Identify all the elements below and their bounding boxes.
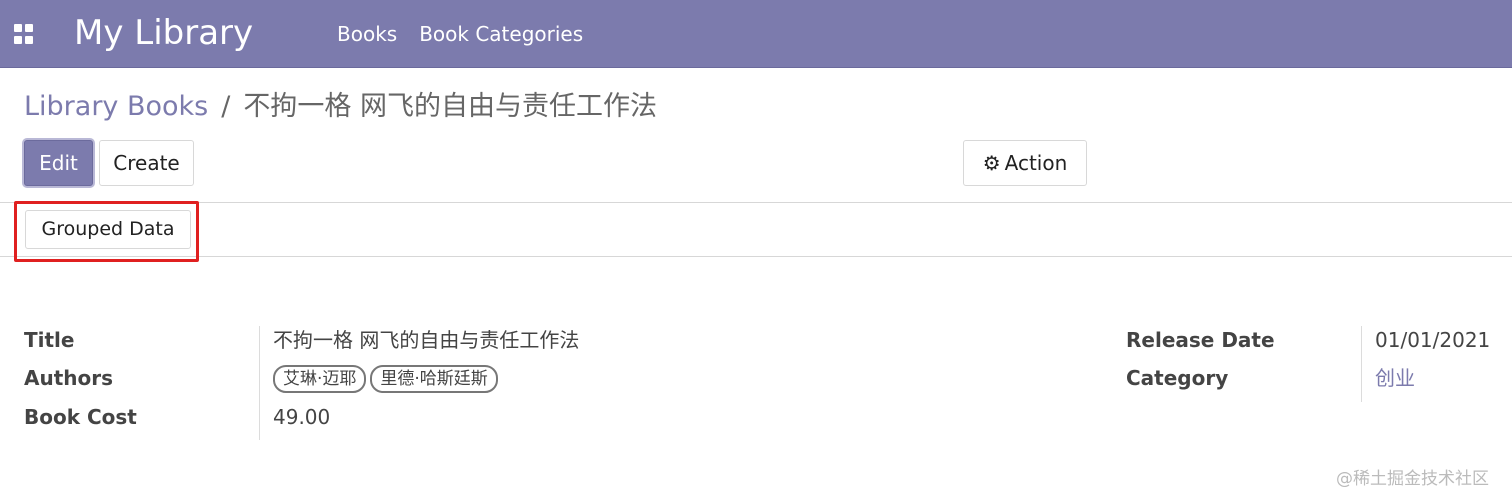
author-tag[interactable]: 里德·哈斯廷斯 [370,365,498,393]
release-date-label: Release Date [1126,328,1275,352]
book-cost-value: 49.00 [273,405,331,429]
field-separator-left [259,326,260,440]
edit-button[interactable]: Edit [24,140,93,186]
field-separator-right [1361,326,1362,402]
menu-item-books[interactable]: Books [326,19,408,49]
grouped-data-button[interactable]: Grouped Data [25,210,191,249]
authors-label: Authors [24,366,114,390]
authors-tags: 艾琳·迈耶 里德·哈斯廷斯 [273,365,498,393]
app-brand[interactable]: My Library [74,11,253,55]
menu-item-book-categories[interactable]: Book Categories [408,19,594,49]
title-value: 不拘一格 网飞的自由与责任工作法 [273,328,580,352]
category-link[interactable]: 创业 [1375,364,1415,392]
gear-icon: ⚙ [982,151,1001,175]
create-button[interactable]: Create [99,140,194,186]
breadcrumb-parent-link[interactable]: Library Books [24,91,208,122]
title-label: Title [24,328,75,352]
watermark: @稀土掘金技术社区 [1336,469,1489,489]
top-navbar: My Library Books Book Categories [0,0,1512,68]
author-tag[interactable]: 艾琳·迈耶 [273,365,367,393]
category-label: Category [1126,366,1229,390]
breadcrumb-current: 不拘一格 网飞的自由与责任工作法 [243,91,657,122]
breadcrumb: Library Books / 不拘一格 网飞的自由与责任工作法 [24,88,657,128]
action-button[interactable]: ⚙ Action [963,140,1087,186]
apps-grid-icon[interactable] [14,24,34,44]
breadcrumb-separator: / [221,91,231,122]
header-divider-top [0,202,1512,203]
main-menu: Books Book Categories [326,19,594,49]
release-date-value: 01/01/2021 [1375,328,1491,352]
header-divider-bottom [0,256,1512,257]
book-cost-label: Book Cost [24,405,137,429]
action-button-label: Action [1004,151,1068,175]
